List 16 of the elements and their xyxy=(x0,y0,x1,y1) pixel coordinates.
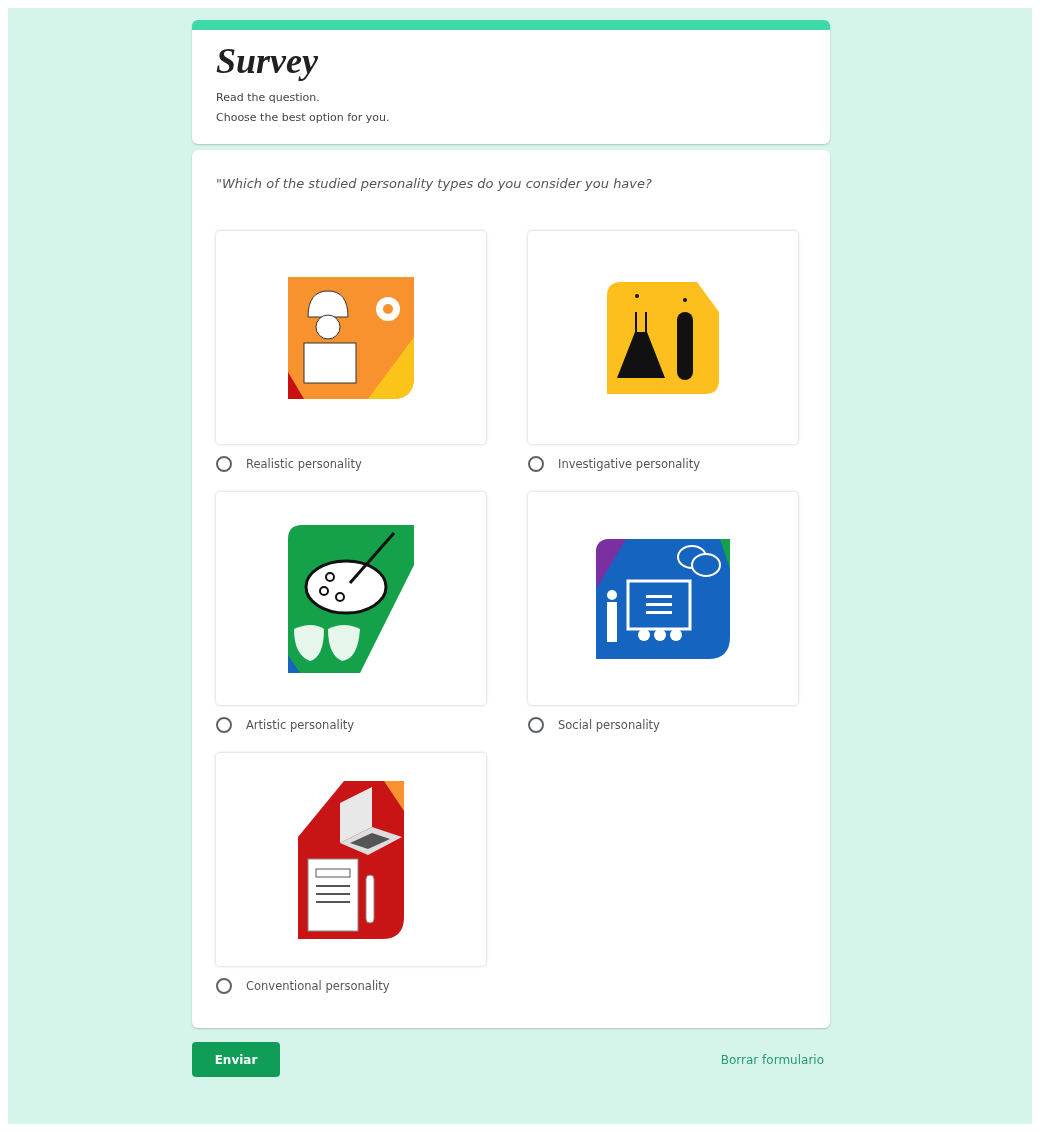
option-label: Investigative personality xyxy=(558,457,700,471)
option-label: Social personality xyxy=(558,718,660,732)
option-label: Realistic personality xyxy=(246,457,362,471)
radio-button[interactable] xyxy=(216,456,232,472)
form-title: Survey xyxy=(216,40,319,82)
form-description: Read the question. xyxy=(216,90,321,106)
radio-button[interactable] xyxy=(216,978,232,994)
clear-form-button[interactable]: Borrar formulario xyxy=(714,1052,830,1067)
radio-button[interactable] xyxy=(216,717,232,733)
option-label: Artistic personality xyxy=(246,718,355,732)
option-label: Conventional personality xyxy=(246,979,390,993)
radio-button[interactable] xyxy=(528,717,544,733)
question-text: "Which of the studied personality types do you consider you have? xyxy=(216,176,653,191)
radio-button[interactable] xyxy=(528,456,544,472)
submit-button[interactable]: Enviar xyxy=(192,1042,280,1077)
form-description: Choose the best option for you. xyxy=(216,110,391,126)
